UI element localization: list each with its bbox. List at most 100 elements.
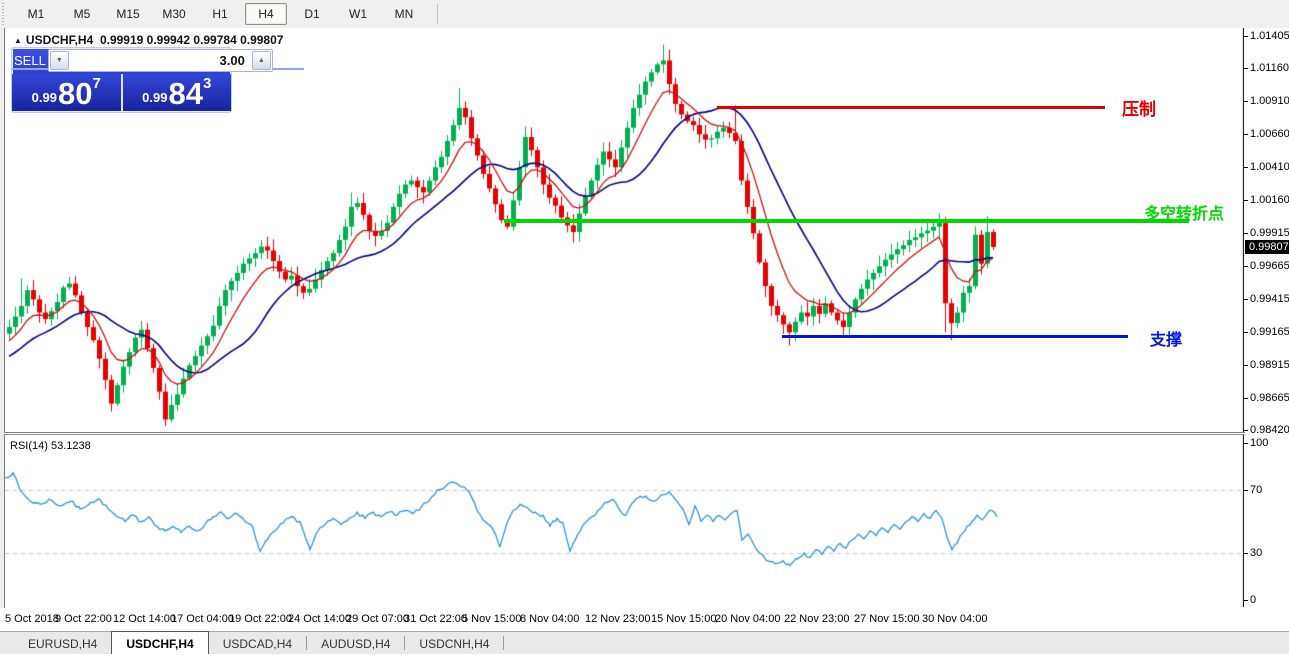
support-annotation: 支撑 xyxy=(1150,326,1182,350)
time-axis-label: 17 Oct 04:00 xyxy=(171,613,234,625)
time-axis-label: 19 Oct 22:00 xyxy=(229,613,292,625)
chart-symbol: USDCHF,H4 xyxy=(26,33,93,47)
timeframe-button-h1[interactable]: H1 xyxy=(199,3,241,25)
time-axis-label: 9 Oct 22:00 xyxy=(55,613,112,625)
price-axis-label: 0.98665 xyxy=(1250,392,1289,405)
rsi-axis-label: 70 xyxy=(1250,484,1262,497)
tab-separator xyxy=(503,636,504,650)
price-axis-tick xyxy=(1244,134,1248,135)
chart-tab-audusd[interactable]: AUDUSD,H4 xyxy=(307,632,404,654)
price-axis-tick xyxy=(1244,398,1248,399)
chart-ohlc-values: 0.99919 0.99942 0.99784 0.99807 xyxy=(100,33,284,47)
price-axis-label: 0.98915 xyxy=(1250,359,1289,372)
price-axis-tick xyxy=(1244,233,1248,234)
resistance-trendline[interactable] xyxy=(717,106,1105,109)
buy-price-quote[interactable]: 0.99 84 3 xyxy=(123,74,232,111)
chart-tab-usdcad[interactable]: USDCAD,H4 xyxy=(209,632,306,654)
price-axis-tick xyxy=(1244,167,1248,168)
rsi-canvas[interactable] xyxy=(5,435,1244,607)
buy-button-label: BUY xyxy=(273,52,304,70)
price-axis-label: 0.99165 xyxy=(1250,326,1289,339)
chart-tab-usdchf[interactable]: USDCHF,H4 xyxy=(111,631,208,654)
rsi-axis-tick xyxy=(1244,490,1248,491)
price-axis-tick xyxy=(1244,200,1248,201)
time-axis-label: 29 Oct 07:00 xyxy=(346,613,409,625)
price-axis-tick xyxy=(1244,365,1248,366)
buy-price-pipette: 3 xyxy=(203,75,211,92)
sell-button[interactable]: SELL xyxy=(12,48,48,73)
chart-tab-usdcnh[interactable]: USDCNH,H4 xyxy=(405,632,503,654)
rsi-axis-label: 30 xyxy=(1250,547,1262,560)
time-axis-label: 8 Nov 04:00 xyxy=(520,613,579,625)
support-trendline[interactable] xyxy=(782,335,1128,338)
timeframe-button-w1[interactable]: W1 xyxy=(337,3,379,25)
timeframe-button-m15[interactable]: M15 xyxy=(107,3,149,25)
sell-button-label: SELL xyxy=(12,52,48,70)
price-axis[interactable]: 0.99807 1.014051.011601.009101.006601.00… xyxy=(1245,28,1289,432)
timeframe-button-mn[interactable]: MN xyxy=(383,3,425,25)
timeframe-button-m1[interactable]: M1 xyxy=(15,3,57,25)
arrow-down-icon: ▼ xyxy=(56,57,63,64)
volume-decrease-button[interactable]: ▼ xyxy=(50,51,69,70)
price-axis-tick xyxy=(1244,36,1248,37)
price-axis-label: 1.00160 xyxy=(1250,194,1289,207)
chart-tab-eurusd[interactable]: EURUSD,H4 xyxy=(14,632,111,654)
resistance-annotation: 压制 xyxy=(1122,95,1156,120)
price-axis-label: 0.99415 xyxy=(1250,293,1289,306)
price-axis-tick xyxy=(1244,101,1248,102)
rsi-axis[interactable]: 100 70 30 0 xyxy=(1245,434,1289,608)
rsi-axis-tick xyxy=(1244,600,1248,601)
price-axis-tick xyxy=(1244,299,1248,300)
chart-symbol-marker-icon: ▲ xyxy=(14,36,22,45)
price-chart-panel: ▲ USDCHF,H4 0.99919 0.99942 0.99784 0.998… xyxy=(4,28,1245,433)
pivot-trendline[interactable] xyxy=(504,219,1189,223)
time-axis[interactable]: 5 Oct 20189 Oct 22:0012 Oct 14:0017 Oct … xyxy=(0,608,1289,631)
buy-button[interactable]: BUY xyxy=(273,48,304,73)
price-axis-label: 1.00660 xyxy=(1250,128,1289,141)
buy-price-main: 84 xyxy=(168,80,202,108)
arrow-up-icon: ▲ xyxy=(258,57,265,64)
timeframe-button-d1[interactable]: D1 xyxy=(291,3,333,25)
price-axis-tick xyxy=(1244,430,1248,431)
current-price-tag: 0.99807 xyxy=(1245,240,1289,254)
price-axis-label: 0.99665 xyxy=(1250,260,1289,273)
rsi-axis-label: 0 xyxy=(1250,594,1256,607)
timeframe-toolbar: M1M5M15M30H1H4D1W1MN xyxy=(0,0,1289,29)
price-axis-label: 1.00410 xyxy=(1250,161,1289,174)
one-click-trading-panel: SELL ▼ ▲ BUY 0.99 80 7 0.99 84 3 xyxy=(11,47,232,113)
price-axis-tick xyxy=(1244,68,1248,69)
rsi-axis-label: 100 xyxy=(1250,437,1268,450)
time-axis-label: 31 Oct 22:00 xyxy=(404,613,467,625)
chart-tab-bar: EURUSD,H4USDCHF,H4USDCAD,H4AUDUSD,H4USDC… xyxy=(0,631,1289,654)
time-axis-label: 5 Oct 2018 xyxy=(5,613,59,625)
time-axis-label: 30 Nov 04:00 xyxy=(922,613,987,625)
timeframe-button-m30[interactable]: M30 xyxy=(153,3,195,25)
price-axis-label: 1.00910 xyxy=(1250,95,1289,108)
sell-price-prefix: 0.99 xyxy=(32,90,57,105)
rsi-indicator-label: RSI(14) 53.1238 xyxy=(10,440,91,452)
volume-control: ▼ ▲ xyxy=(48,49,273,72)
timeframe-button-h4[interactable]: H4 xyxy=(245,3,287,25)
price-axis-label: 1.01405 xyxy=(1250,30,1289,43)
toolbar-separator xyxy=(437,4,438,24)
time-axis-label: 12 Nov 23:00 xyxy=(585,613,650,625)
sell-price-main: 80 xyxy=(58,80,92,108)
timeframe-button-m5[interactable]: M5 xyxy=(61,3,103,25)
mt4-terminal: M1M5M15M30H1H4D1W1MN ▲ USDCHF,H4 0.99919 … xyxy=(0,0,1289,657)
time-axis-label: 15 Nov 15:00 xyxy=(651,613,716,625)
rsi-axis-tick xyxy=(1244,443,1248,444)
sell-price-pipette: 7 xyxy=(92,75,100,92)
time-axis-label: 12 Oct 14:00 xyxy=(113,613,176,625)
sell-price-quote[interactable]: 0.99 80 7 xyxy=(12,74,121,111)
toolbar-grip-handle[interactable] xyxy=(2,3,7,25)
price-axis-tick xyxy=(1244,266,1248,267)
buy-price-prefix: 0.99 xyxy=(142,90,167,105)
chart-title: ▲ USDCHF,H4 0.99919 0.99942 0.99784 0.998… xyxy=(14,33,283,47)
volume-increase-button[interactable]: ▲ xyxy=(252,51,271,70)
rsi-axis-tick xyxy=(1244,553,1248,554)
volume-input[interactable] xyxy=(70,50,251,71)
price-axis-label: 0.99915 xyxy=(1250,227,1289,240)
time-axis-label: 22 Nov 23:00 xyxy=(784,613,849,625)
time-axis-label: 24 Oct 14:00 xyxy=(288,613,351,625)
time-axis-label: 5 Nov 15:00 xyxy=(462,613,521,625)
